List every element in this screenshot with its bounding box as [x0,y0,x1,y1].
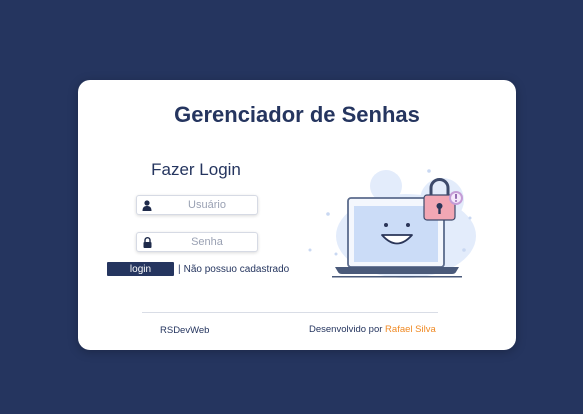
author-name: Rafael Silva [385,324,436,335]
login-actions: login | Não possuo cadastrado [107,262,289,276]
login-heading: Fazer Login [151,160,241,179]
register-link[interactable]: Não possuo cadastrado [184,264,290,275]
credit-prefix: Desenvolvido por [309,324,383,335]
password-input[interactable] [157,234,257,250]
footer-brand: RSDevWeb [160,325,210,336]
footer-credit: Desenvolvido por Rafael Silva [309,324,436,335]
password-field[interactable] [136,232,258,252]
login-button[interactable]: login [107,262,174,276]
user-icon [137,199,157,211]
lock-icon [137,236,157,248]
username-field[interactable] [136,195,258,215]
laptop-padlock-illustration [302,158,492,288]
page-title: Gerenciador de Senhas [174,102,420,127]
login-card: Gerenciador de Senhas Fazer Login login … [78,80,516,350]
separator: | [178,263,181,275]
username-input[interactable] [157,197,257,213]
footer-divider [142,312,438,313]
